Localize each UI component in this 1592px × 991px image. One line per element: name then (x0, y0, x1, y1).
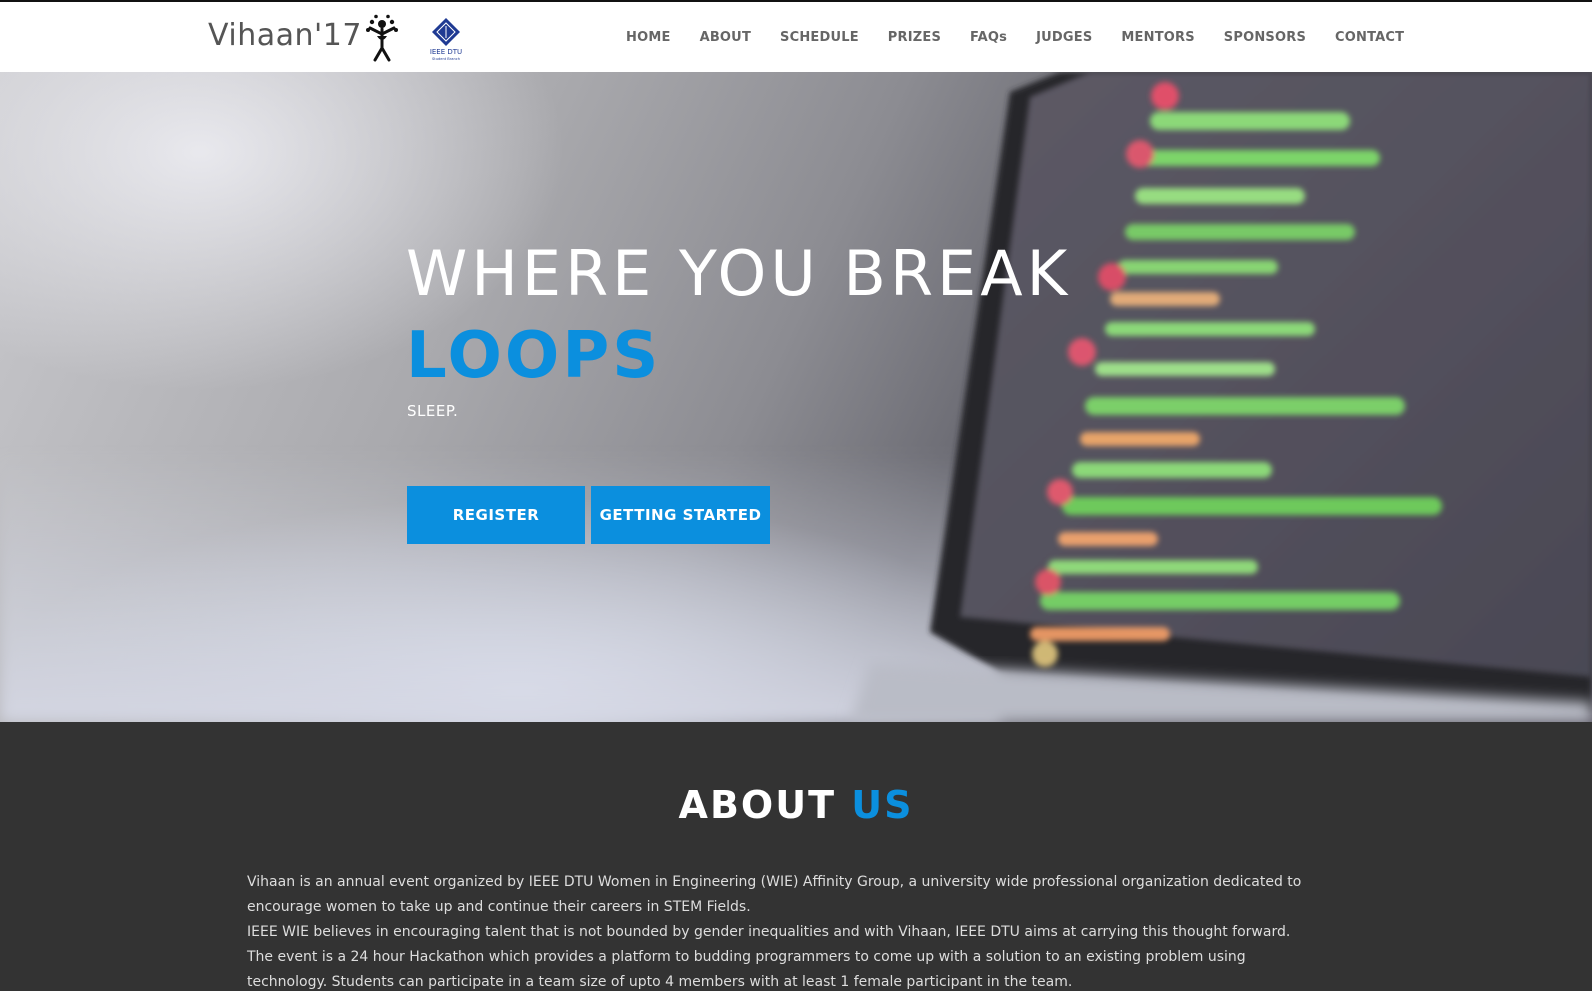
about-heading: ABOUT US (0, 782, 1592, 828)
nav-home[interactable]: HOME (626, 26, 671, 49)
nav-judges[interactable]: JUDGES (1036, 26, 1092, 49)
nav-mentors[interactable]: MENTORS (1121, 26, 1194, 49)
top-navbar: Vihaan'17 IEEE DTU Student Branch HOME A… (0, 0, 1592, 72)
about-description: Vihaan is an annual event organized by I… (247, 870, 1317, 991)
hero-section: WHERE YOU BREAK LOOPS SLEEP. REGISTER GE… (0, 72, 1592, 722)
about-heading-main: ABOUT (678, 783, 836, 827)
nav-contact[interactable]: CONTACT (1335, 26, 1404, 49)
hero-subtitle: SLEEP. (407, 402, 459, 420)
ieee-logo-text: IEEE DTU (430, 48, 462, 56)
brand-title[interactable]: Vihaan'17 (208, 18, 362, 58)
vihaan-logo-icon[interactable] (362, 14, 402, 64)
about-heading-accent: US (851, 783, 914, 827)
ieee-dtu-logo-icon[interactable]: IEEE DTU Student Branch (426, 16, 466, 62)
main-nav: HOME ABOUT SCHEDULE PRIZES FAQs JUDGES M… (626, 26, 1433, 49)
about-section: ABOUT US Vihaan is an annual event organ… (0, 722, 1592, 991)
nav-about[interactable]: ABOUT (700, 26, 751, 49)
hero-accent-word: LOOPS (406, 319, 662, 393)
ieee-logo-subtext: Student Branch (432, 57, 460, 61)
nav-prizes[interactable]: PRIZES (888, 26, 941, 49)
nav-faqs[interactable]: FAQs (970, 26, 1007, 49)
register-button[interactable]: REGISTER (407, 486, 585, 544)
about-paragraph-1: Vihaan is an annual event organized by I… (247, 874, 1302, 915)
getting-started-button[interactable]: GETTING STARTED (591, 486, 770, 544)
about-paragraph-2: IEEE WIE believes in encouraging talent … (247, 924, 1291, 990)
hero-background-laptop-image (0, 72, 1592, 722)
nav-sponsors[interactable]: SPONSORS (1224, 26, 1306, 49)
hero-title: WHERE YOU BREAK (406, 237, 1072, 310)
nav-schedule[interactable]: SCHEDULE (780, 26, 859, 49)
